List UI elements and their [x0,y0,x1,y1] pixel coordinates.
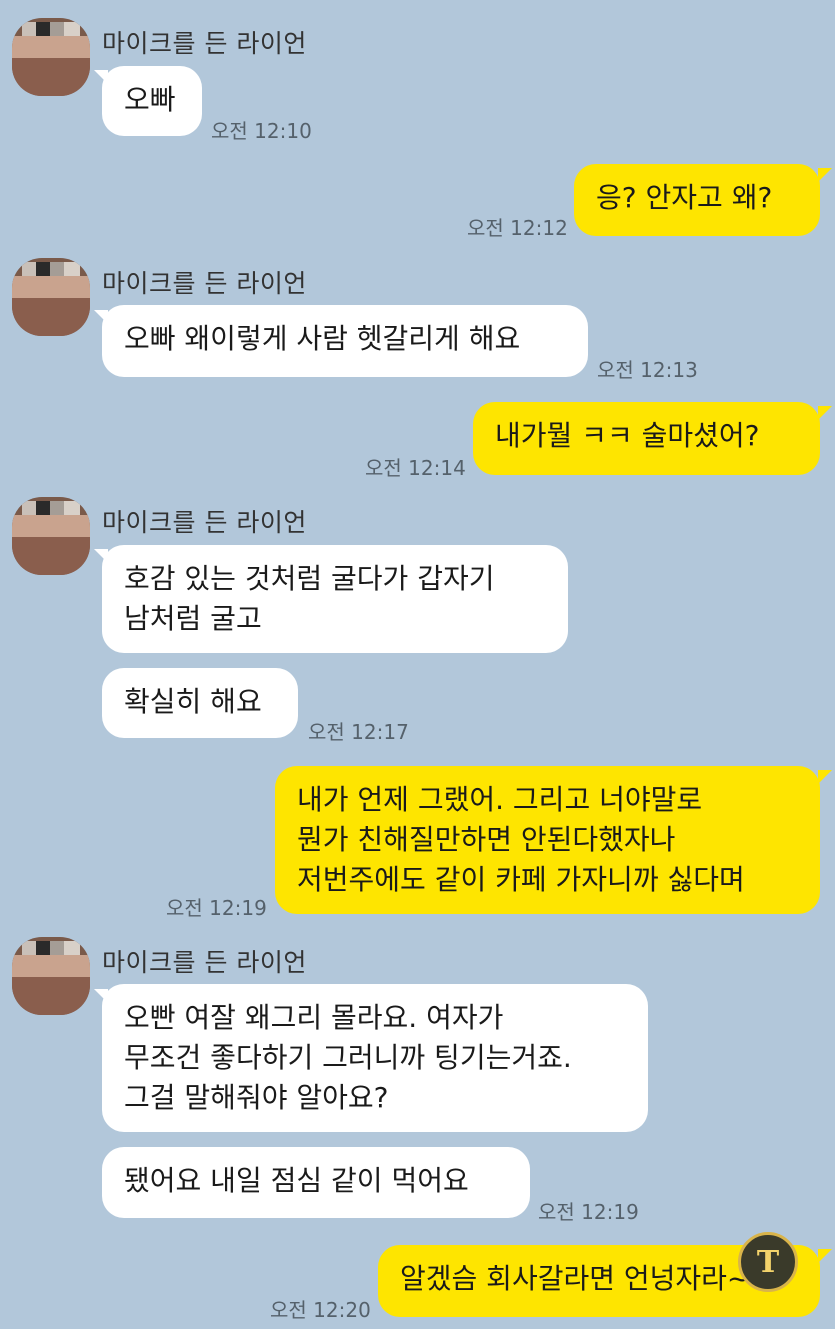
message-bubble-incoming[interactable]: 오빠 [102,66,202,136]
bubble-tail [818,1249,832,1263]
message-bubble-outgoing[interactable]: 응? 안자고 왜? [574,164,820,236]
contact-avatar[interactable] [12,18,90,96]
contact-name: 마이크를 든 라이언 [102,948,307,977]
message-time: 오전 12:14 [365,456,466,480]
letter-t-icon: T [756,1244,780,1280]
message-time: 오전 12:17 [308,720,409,744]
contact-avatar[interactable] [12,937,90,1015]
contact-name: 마이크를 든 라이언 [102,508,307,537]
contact-name: 마이크를 든 라이언 [102,29,307,58]
message-time: 오전 12:10 [211,119,312,143]
message-time: 오전 12:20 [270,1298,371,1322]
message-bubble-outgoing[interactable]: 내가뭘 ㅋㅋ 술마셨어? [473,402,820,475]
message-bubble-outgoing[interactable]: 내가 언제 그랬어. 그리고 너야말로 뭔가 친해질만하면 안된다했자나 저번주… [275,766,820,914]
bubble-tail [818,770,832,784]
message-bubble-incoming[interactable]: 확실히 해요 [102,668,298,738]
message-time: 오전 12:19 [538,1200,639,1224]
bubble-tail [818,406,832,420]
message-bubble-incoming[interactable]: 오빤 여잘 왜그리 몰라요. 여자가 무조건 좋다하기 그러니까 팅기는거죠. … [102,984,648,1132]
contact-avatar[interactable] [12,258,90,336]
contact-avatar[interactable] [12,497,90,575]
message-time: 오전 12:12 [467,216,568,240]
bubble-tail [818,168,832,182]
contact-name: 마이크를 든 라이언 [102,269,307,298]
message-bubble-incoming[interactable]: 호감 있는 것처럼 굴다가 갑자기 남처럼 굴고 [102,545,568,653]
message-bubble-incoming[interactable]: 오빠 왜이렇게 사람 헷갈리게 해요 [102,305,588,377]
message-time: 오전 12:19 [166,896,267,920]
text-recognition-app-icon[interactable]: T [738,1232,798,1292]
message-time: 오전 12:13 [597,358,698,382]
message-bubble-incoming[interactable]: 됐어요 내일 점심 같이 먹어요 [102,1147,530,1218]
